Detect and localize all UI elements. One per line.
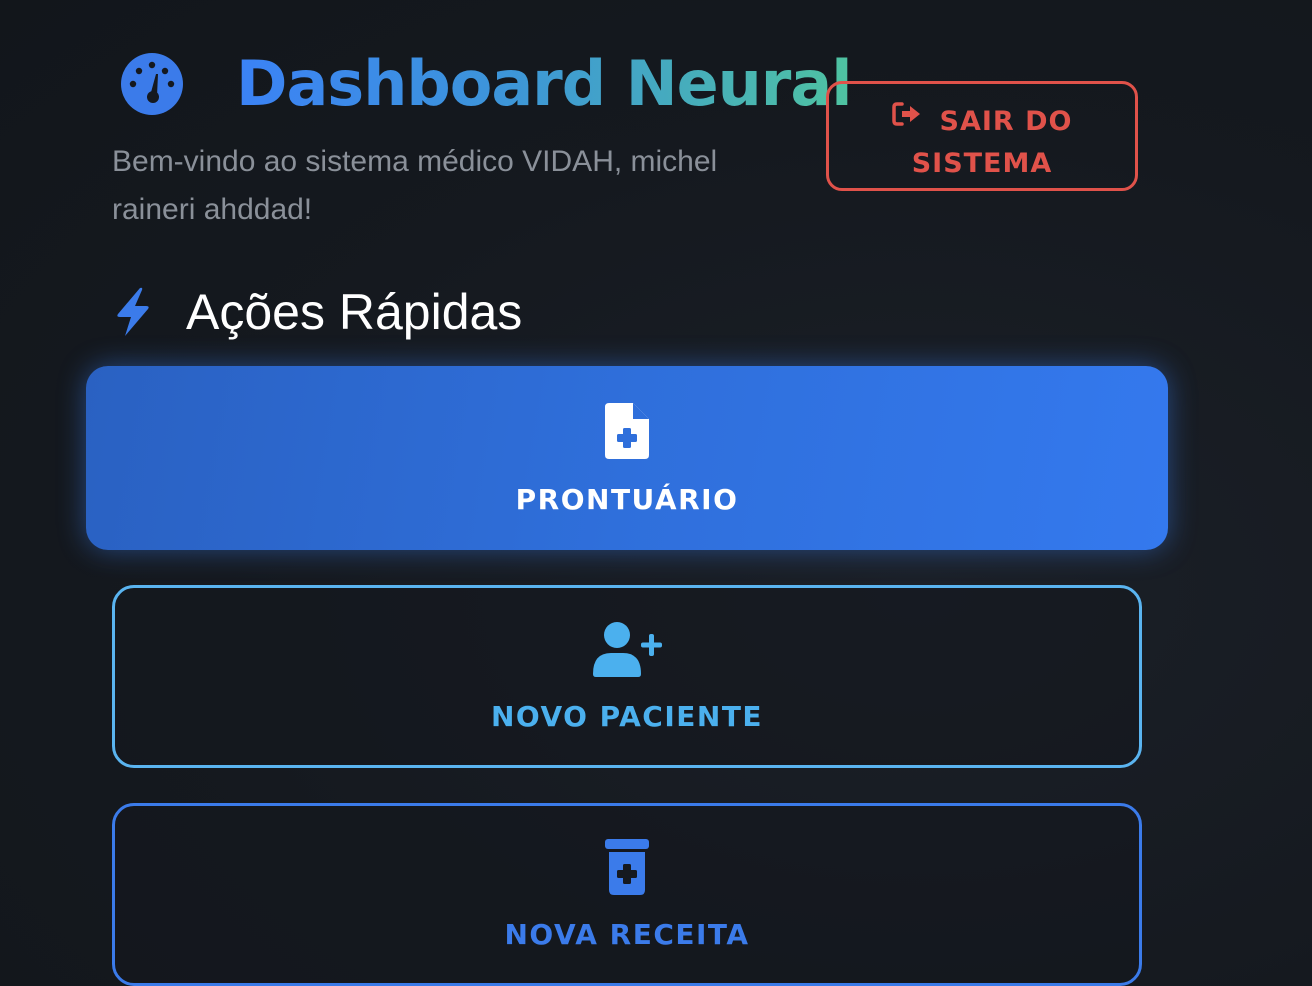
welcome-message: Bem-vindo ao sistema médico VIDAH, miche… [112,145,718,226]
prontuario-label: PRONTUÁRIO [515,482,739,516]
page-header: Dashboard Neural [120,47,852,120]
file-medical-icon [603,401,651,465]
novo-paciente-button[interactable]: NOVO PACIENTE [112,585,1142,768]
sign-out-icon [891,98,922,140]
dashboard-page: Dashboard Neural Bem-vindo ao sistema mé… [0,0,1312,986]
bolt-icon [110,284,156,340]
prescription-bottle-icon [604,838,650,900]
quick-actions-title: Ações Rápidas [186,284,523,340]
nova-receita-label: NOVA RECEITA [504,918,750,951]
logout-label: SAIR DO SISTEMA [911,105,1073,179]
gauge-icon [120,52,184,116]
novo-paciente-label: NOVO PACIENTE [490,700,764,733]
prontuario-button[interactable]: PRONTUÁRIO [86,366,1168,550]
quick-actions-heading: Ações Rápidas [110,282,522,342]
user-plus-icon [591,620,663,682]
page-title: Dashboard Neural [236,47,852,120]
nova-receita-button[interactable]: NOVA RECEITA [112,803,1142,986]
logout-button[interactable]: SAIR DO SISTEMA [826,81,1138,191]
